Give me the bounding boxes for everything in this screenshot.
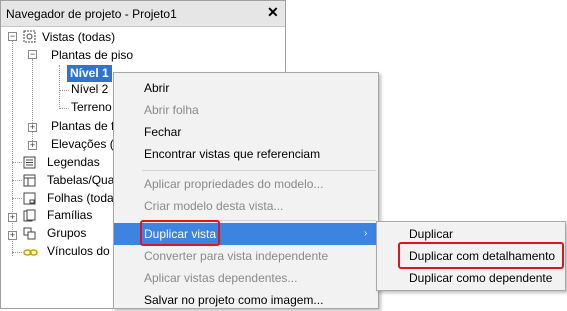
expand-toggle[interactable]: + <box>8 231 17 240</box>
tree-guide <box>12 41 13 256</box>
menu-item-label: Encontrar vistas que referenciam <box>144 147 321 161</box>
menu-separator <box>142 170 376 171</box>
menu-item-create-template: Criar modelo desta vista... <box>114 195 378 217</box>
tree-item-views[interactable]: Vistas (todas) <box>42 30 115 44</box>
tree-guide <box>12 252 22 253</box>
expand-toggle[interactable]: + <box>28 123 37 132</box>
tree-guide <box>32 59 33 145</box>
menu-item-label: Aplicar propriedades do modelo... <box>144 177 324 191</box>
tree-item-legends[interactable]: Legendas <box>47 155 100 169</box>
menu-item-save-as-image[interactable]: Salvar no projeto como imagem... <box>114 289 378 311</box>
panel-title: Navegador de projeto - Projeto1 <box>6 7 177 21</box>
expand-toggle[interactable]: + <box>8 213 17 222</box>
families-icon <box>23 209 36 222</box>
sheet-icon <box>23 192 36 205</box>
collapse-toggle[interactable]: − <box>28 50 37 59</box>
menu-item-open-sheet: Abrir folha <box>114 99 378 121</box>
menu-item-label: Converter para vista independente <box>144 249 329 263</box>
close-icon[interactable]: ✕ <box>267 4 279 21</box>
legend-icon <box>23 156 36 169</box>
menu-item-convert-independent: Converter para vista independente <box>114 245 378 267</box>
menu-item-label: Abrir folha <box>144 103 199 117</box>
tree-item-sheets[interactable]: Folhas (toda <box>47 191 114 205</box>
menu-item-label: Abrir <box>144 81 170 95</box>
tree-item-schedules[interactable]: Tabelas/Qua <box>47 173 114 187</box>
tree-item-elevations[interactable]: Elevações ( <box>51 137 114 151</box>
menu-item-label: Criar modelo desta vista... <box>144 199 284 213</box>
menu-item-close[interactable]: Fechar <box>114 121 378 143</box>
tree-guide <box>12 198 22 199</box>
menu-item-open[interactable]: Abrir <box>114 77 378 99</box>
tree-item-level-1[interactable]: Nível 1 <box>67 65 112 82</box>
tree-guide <box>12 180 22 181</box>
collapse-toggle[interactable]: − <box>8 32 17 41</box>
tree-guide <box>59 108 69 109</box>
annotation-highlight-box <box>140 220 220 246</box>
expand-toggle[interactable]: + <box>28 141 37 150</box>
context-menu: Abrir Abrir folha Fechar Encontrar vista… <box>113 72 379 309</box>
chevron-right-icon: › <box>364 228 368 239</box>
menu-item-apply-template: Aplicar propriedades do modelo... <box>114 173 378 195</box>
tree-guide <box>59 90 69 91</box>
link-icon <box>23 249 38 256</box>
menu-item-label: Fechar <box>144 125 182 139</box>
tree-guide <box>12 162 22 163</box>
panel-titlebar: Navegador de projeto - Projeto1 ✕ <box>1 1 285 27</box>
menu-item-label: Salvar no projeto como imagem... <box>144 293 324 307</box>
tree-item-groups[interactable]: Grupos <box>47 226 86 240</box>
menu-item-apply-dependent-views: Aplicar vistas dependentes... <box>114 267 378 289</box>
views-icon <box>23 30 36 43</box>
submenu-item-duplicate-as-dependent[interactable]: Duplicar como dependente <box>377 267 565 289</box>
tree-item-terrain[interactable]: Terreno <box>71 100 112 114</box>
tree-item-ceiling-plans[interactable]: Plantas de f <box>51 119 114 133</box>
schedule-icon <box>23 174 36 187</box>
submenu-item-label: Duplicar como dependente <box>409 271 553 285</box>
tree-item-families[interactable]: Famílias <box>47 208 92 222</box>
tree-item-links[interactable]: Vínculos do <box>47 244 110 258</box>
tree-guide <box>59 65 60 109</box>
tree-item-level-2[interactable]: Nível 2 <box>71 82 108 96</box>
tree-item-floor-plans[interactable]: Plantas de piso <box>51 48 133 62</box>
annotation-highlight-box <box>398 242 564 269</box>
menu-item-find-referencing-views[interactable]: Encontrar vistas que referenciam <box>114 143 378 165</box>
groups-icon <box>23 227 36 240</box>
menu-item-label: Aplicar vistas dependentes... <box>144 271 298 285</box>
